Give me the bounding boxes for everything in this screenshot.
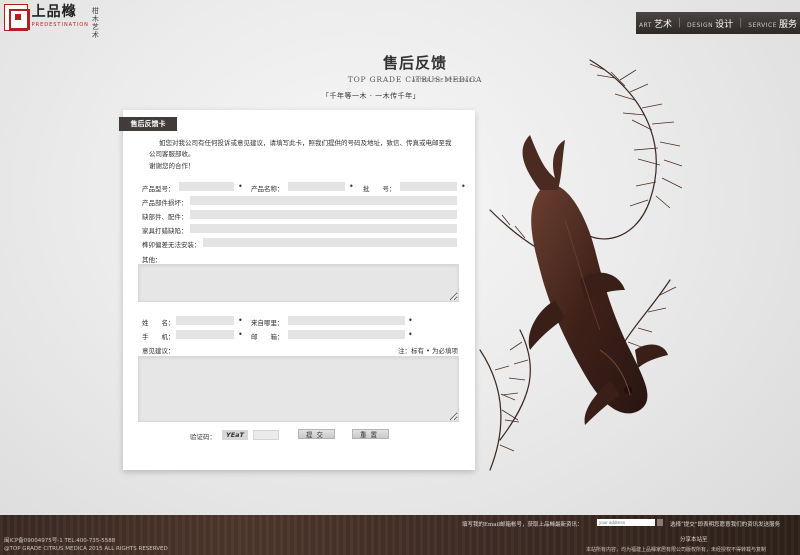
- submit-button[interactable]: 提交: [298, 429, 335, 439]
- share-label[interactable]: 分享本站至: [680, 535, 708, 543]
- product-name-input[interactable]: [288, 182, 345, 191]
- model-input[interactable]: [179, 182, 234, 191]
- logo-subtitle: PREDESTINATION: [31, 22, 89, 28]
- person-name-label: 姓 名：: [142, 319, 175, 327]
- nav-divider: |: [677, 18, 682, 28]
- subscribe-email-input[interactable]: [597, 519, 655, 526]
- phone-label: 手 机：: [142, 333, 175, 341]
- missing-input[interactable]: [190, 210, 457, 219]
- from-label: 来自哪里：: [251, 319, 284, 327]
- nav-service[interactable]: SERVICE 服务: [748, 17, 797, 30]
- site-logo[interactable]: 上品橼 PREDESTINATION 柑木艺术: [4, 4, 104, 39]
- required-note: 注：标有 • 为必填项: [398, 347, 458, 355]
- install-input[interactable]: [203, 238, 457, 247]
- required-mark: •: [461, 182, 466, 191]
- nav-service-en: SERVICE: [748, 21, 778, 29]
- captcha-image: YEaT: [222, 430, 248, 440]
- icp-text: 闽ICP备09004975号-1 TEL:400-735-5588: [4, 538, 116, 544]
- nav-service-cn: 服务: [779, 19, 798, 30]
- required-mark: •: [408, 330, 413, 339]
- nav-design-cn: 设计: [715, 19, 734, 30]
- site-footer: 闽ICP备09004975号-1 TEL:400-735-5588 @TOP G…: [0, 515, 800, 555]
- captcha-input[interactable]: [253, 430, 279, 440]
- logo-side-text: 柑木艺术: [91, 7, 99, 39]
- suggestion-label: 意见建议：: [142, 347, 175, 355]
- missing-label: 缺部件、配件：: [142, 213, 188, 221]
- email-input[interactable]: [288, 330, 405, 339]
- damage-input[interactable]: [190, 196, 457, 205]
- from-input[interactable]: [288, 316, 405, 325]
- subscribe-note: 选择“提交”即表明您愿意我们的资讯发送服务: [670, 522, 781, 528]
- subscribe-submit-button[interactable]: [657, 519, 663, 526]
- nav-art-cn: 艺术: [653, 19, 672, 30]
- carved-fish-artwork: [479, 59, 683, 471]
- furniture-input[interactable]: [190, 224, 457, 233]
- nav-art-en: ART: [638, 21, 652, 29]
- motto: 「千年等一木 · 一木传千年」: [322, 92, 421, 100]
- form-thanks: 谢谢您的合作！: [149, 162, 195, 170]
- other-textarea[interactable]: [138, 264, 459, 302]
- required-mark: •: [349, 182, 354, 191]
- form-tab: 售后反馈卡: [119, 117, 177, 131]
- feedback-form-card: 售后反馈卡 如您对我公司有任何投诉或意见建议，请填写此卡，照我们提供的号码及地址…: [119, 110, 475, 470]
- required-mark: •: [238, 330, 243, 339]
- logo-seal-icon: [4, 4, 30, 31]
- captcha-label: 验证码：: [190, 433, 216, 441]
- required-mark: •: [408, 316, 413, 325]
- nav-design[interactable]: DESIGN 设计: [687, 17, 733, 30]
- person-name-input[interactable]: [176, 316, 234, 325]
- subscribe-label: 填写我的Email邮箱帐号，获取上品橼最新资讯：: [462, 522, 583, 528]
- email-label: 邮 箱：: [251, 333, 284, 341]
- install-label: 榫卯偏差无法安装：: [142, 241, 201, 249]
- copyright-text: 本站所有内容，均为福建上品橼家居有限公司版权所有，未经授权不得转载与复制: [586, 547, 767, 553]
- nav-design-en: DESIGN: [687, 21, 714, 29]
- nav-divider: |: [739, 18, 743, 28]
- batch-input[interactable]: [400, 182, 457, 191]
- furniture-label: 家具打蜡缺陷：: [142, 227, 188, 235]
- product-name-label: 产品名称：: [251, 185, 284, 193]
- suggestion-textarea[interactable]: [138, 356, 459, 422]
- logo-title: 上品橼: [31, 4, 77, 20]
- form-intro: 如您对我公司有任何投诉或意见建议，请填写此卡，照我们提供的号码及地址，致信、传真…: [149, 139, 452, 158]
- damage-label: 产品部件损坏：: [142, 199, 188, 207]
- phone-input[interactable]: [176, 330, 234, 339]
- page-title: 售后反馈: [382, 54, 447, 72]
- page-subtitle: AFTER THE FEEDBACK: [412, 78, 477, 84]
- required-mark: •: [238, 182, 243, 191]
- batch-label: 批 号：: [363, 185, 396, 193]
- model-label: 产品型号：: [142, 185, 175, 193]
- nav-art[interactable]: ART 艺术: [639, 17, 672, 30]
- footer-info: 闽ICP备09004975号-1 TEL:400-735-5588 @TOP G…: [4, 537, 168, 553]
- top-navigation: ART 艺术 | DESIGN 设计 | SERVICE 服务: [636, 12, 800, 34]
- required-mark: •: [238, 316, 243, 325]
- rights-text: @TOP GRADE CITRUS MEDICA 2015 ALL RIGHTS…: [4, 546, 168, 552]
- other-label: 其他：: [142, 256, 162, 264]
- reset-button[interactable]: 重置: [352, 429, 389, 439]
